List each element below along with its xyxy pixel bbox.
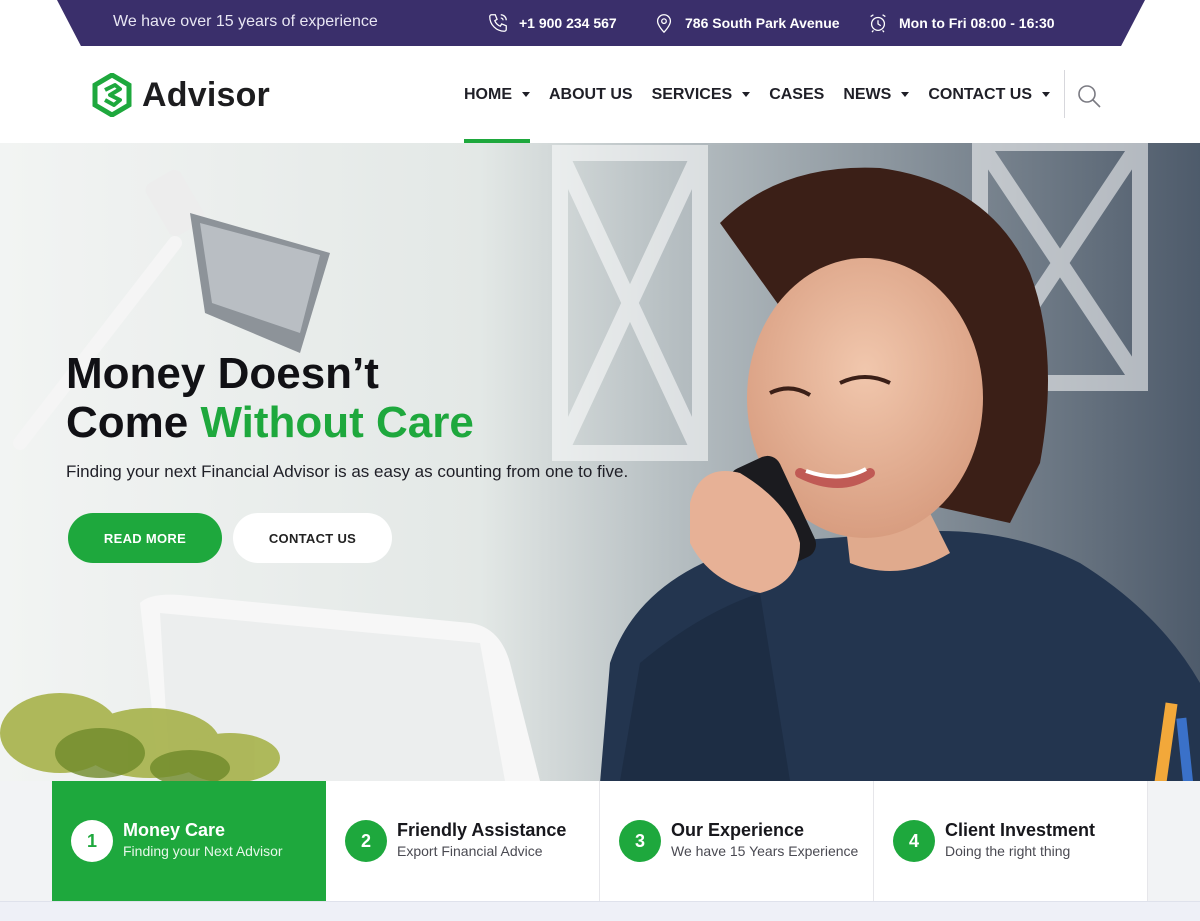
hours-text: Mon to Fri 08:00 - 16:30 [899,15,1055,31]
feature-our-experience[interactable]: 3 Our Experience We have 15 Years Experi… [600,781,874,901]
nav-divider [1064,70,1065,118]
hero-subtitle: Finding your next Financial Advisor is a… [66,462,629,481]
nav-item-cases[interactable]: CASES [769,46,824,143]
nav-label: CASES [769,85,825,103]
nav-item-home[interactable]: HOME [464,46,530,143]
caret-down-icon [522,92,530,97]
search-icon [1078,85,1101,108]
feature-number: 3 [619,820,661,862]
main-nav: HOME ABOUT US SERVICES CASES NEWS CONTAC… [464,46,1069,143]
logo-icon [92,73,132,117]
feature-title: Client Investment [945,820,1096,840]
logo[interactable]: Advisor [92,73,270,117]
topbar-container: We have over 15 years of experience +1 9… [0,0,1200,46]
feature-title: Money Care [123,820,226,840]
hero-title-accent: Without Care [200,398,474,447]
feature-subtitle: Finding your Next Advisor [123,843,283,859]
contact-us-button[interactable]: CONTACT US [233,513,392,563]
topbar-address: 786 South Park Avenue [653,12,840,34]
nav-label: NEWS [843,85,892,103]
nav-item-about-us[interactable]: ABOUT US [549,46,633,143]
phone-icon [489,14,507,32]
header: Advisor HOME ABOUT US SERVICES CASES NEW… [0,46,1200,143]
bottom-strip [0,901,1200,921]
topbar-tagline: We have over 15 years of experience [113,13,378,30]
topbar: We have over 15 years of experience +1 9… [57,0,1145,46]
read-more-button[interactable]: READ MORE [68,513,222,563]
nav-label: SERVICES [651,85,733,103]
search-button[interactable] [1076,83,1102,109]
topbar-phone[interactable]: +1 900 234 567 [487,12,617,34]
alarm-clock-icon [870,14,886,33]
caret-down-icon [742,92,751,97]
logo-text: Advisor [142,75,270,114]
feature-subtitle: We have 15 Years Experience [671,843,859,859]
feature-number: 2 [345,820,387,862]
hero-banner: Money Doesn’t Come Without Care Finding … [0,143,1200,781]
topbar-hours: Mon to Fri 08:00 - 16:30 [867,12,1055,34]
hero-title-line1: Money Doesn’t [66,349,379,398]
location-pin-icon [656,14,672,34]
nav-item-services[interactable]: SERVICES [652,46,751,143]
nav-label: HOME [464,85,512,103]
features-strip: 1 Money Care Finding your Next Advisor 2… [52,781,1148,901]
feature-number: 4 [893,820,935,862]
feature-money-care[interactable]: 1 Money Care Finding your Next Advisor [52,781,326,901]
feature-title: Friendly Assistance [397,820,567,840]
feature-number: 1 [71,820,113,862]
feature-title: Our Experience [671,820,805,840]
feature-friendly-assistance[interactable]: 2 Friendly Assistance Export Financial A… [326,781,600,901]
caret-down-icon [1042,92,1051,97]
feature-subtitle: Doing the right thing [945,843,1071,859]
nav-item-news[interactable]: NEWS [843,46,910,143]
address-text: 786 South Park Avenue [685,15,840,31]
feature-client-investment[interactable]: 4 Client Investment Doing the right thin… [874,781,1148,901]
caret-down-icon [901,92,910,97]
feature-subtitle: Export Financial Advice [397,843,543,859]
hero-title-line2-prefix: Come [66,398,201,447]
nav-label: ABOUT US [549,85,633,103]
nav-label: CONTACT US [928,85,1033,103]
hero-title: Money Doesn’t Come Without Care [66,349,474,447]
phone-number: +1 900 234 567 [519,15,617,31]
nav-item-contact-us[interactable]: CONTACT US [928,46,1051,143]
